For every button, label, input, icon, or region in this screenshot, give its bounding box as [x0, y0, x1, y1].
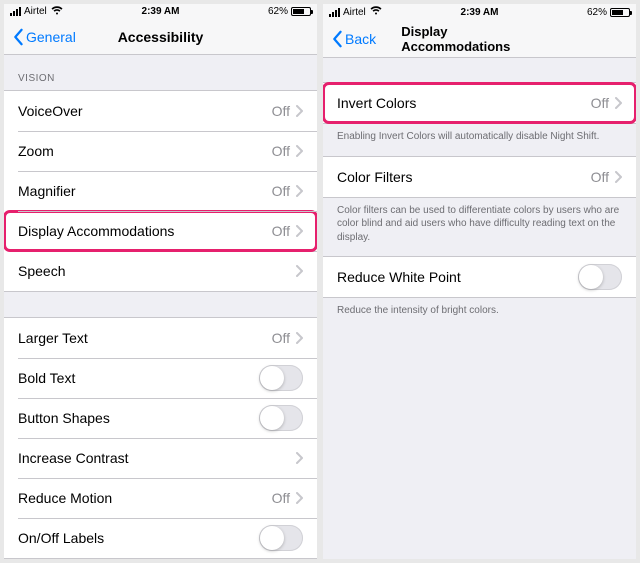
section-header-vision: VISION	[4, 55, 317, 90]
status-time: 2:39 AM	[461, 7, 499, 18]
row-onoff-labels[interactable]: On/Off Labels	[4, 518, 317, 558]
chevron-left-icon	[331, 30, 343, 48]
vision-group: VoiceOver Off Zoom Off Magnifier Off Dis…	[4, 90, 317, 292]
status-bar: Airtel 2:39 AM 62%	[323, 4, 636, 20]
status-time: 2:39 AM	[142, 6, 180, 17]
chevron-right-icon	[296, 492, 303, 504]
row-invert-colors[interactable]: Invert Colors Off	[323, 83, 636, 123]
rwp-group: Reduce White Point	[323, 256, 636, 298]
row-label: Display Accommodations	[18, 223, 174, 239]
signal-bars-icon	[329, 8, 340, 17]
carrier-label: Airtel	[343, 7, 366, 18]
row-increase-contrast[interactable]: Increase Contrast	[4, 438, 317, 478]
wifi-icon	[51, 6, 63, 18]
chevron-right-icon	[296, 145, 303, 157]
row-magnifier[interactable]: Magnifier Off	[4, 171, 317, 211]
battery-icon	[291, 7, 311, 16]
back-label: Back	[345, 31, 376, 47]
filters-footer: Color filters can be used to differentia…	[323, 198, 636, 257]
filters-group: Color Filters Off	[323, 156, 636, 198]
chevron-right-icon	[615, 97, 622, 109]
nav-title: Display Accommodations	[401, 24, 558, 54]
row-label: Invert Colors	[337, 95, 416, 111]
row-value: Off	[272, 223, 290, 239]
rwp-footer: Reduce the intensity of bright colors.	[323, 298, 636, 330]
row-label: Reduce White Point	[337, 269, 461, 285]
row-label: Larger Text	[18, 330, 88, 346]
row-bold-text[interactable]: Bold Text	[4, 358, 317, 398]
chevron-right-icon	[296, 105, 303, 117]
nav-title: Accessibility	[118, 29, 204, 45]
row-color-filters[interactable]: Color Filters Off	[323, 157, 636, 197]
row-reduce-white-point[interactable]: Reduce White Point	[323, 257, 636, 297]
battery-pct: 62%	[268, 6, 288, 17]
row-larger-text[interactable]: Larger Text Off	[4, 318, 317, 358]
phone-right-display-accommodations: Airtel 2:39 AM 62% Back Display Accommod…	[323, 4, 636, 559]
toggle-reduce-white-point[interactable]	[578, 264, 622, 290]
back-label: General	[26, 29, 76, 45]
row-value: Off	[591, 169, 609, 185]
row-value: Off	[272, 330, 290, 346]
row-label: Button Shapes	[18, 410, 110, 426]
row-value: Off	[272, 143, 290, 159]
chevron-right-icon	[296, 265, 303, 277]
row-label: Bold Text	[18, 370, 75, 386]
toggle-onoff-labels[interactable]	[259, 525, 303, 551]
row-speech[interactable]: Speech	[4, 251, 317, 291]
row-label: Zoom	[18, 143, 54, 159]
row-value: Off	[272, 183, 290, 199]
battery-pct: 62%	[587, 7, 607, 18]
text-group: Larger Text Off Bold Text Button Shapes …	[4, 317, 317, 559]
row-value: Off	[272, 490, 290, 506]
chevron-right-icon	[296, 332, 303, 344]
back-button[interactable]: Back	[331, 30, 376, 48]
invert-footer: Enabling Invert Colors will automaticall…	[323, 124, 636, 156]
chevron-right-icon	[296, 225, 303, 237]
chevron-right-icon	[296, 185, 303, 197]
row-label: Reduce Motion	[18, 490, 112, 506]
toggle-button-shapes[interactable]	[259, 405, 303, 431]
toggle-bold-text[interactable]	[259, 365, 303, 391]
row-label: Increase Contrast	[18, 450, 129, 466]
chevron-right-icon	[615, 171, 622, 183]
phone-left-accessibility: Airtel 2:39 AM 62% General Accessibility…	[4, 4, 317, 559]
row-zoom[interactable]: Zoom Off	[4, 131, 317, 171]
row-label: On/Off Labels	[18, 530, 104, 546]
row-label: Magnifier	[18, 183, 76, 199]
chevron-right-icon	[296, 452, 303, 464]
row-label: Speech	[18, 263, 65, 279]
wifi-icon	[370, 6, 382, 18]
row-button-shapes[interactable]: Button Shapes	[4, 398, 317, 438]
row-label: Color Filters	[337, 169, 412, 185]
row-voiceover[interactable]: VoiceOver Off	[4, 91, 317, 131]
invert-group: Invert Colors Off	[323, 82, 636, 124]
status-bar: Airtel 2:39 AM 62%	[4, 4, 317, 19]
row-reduce-motion[interactable]: Reduce Motion Off	[4, 478, 317, 518]
back-button[interactable]: General	[12, 28, 76, 46]
row-display-accommodations[interactable]: Display Accommodations Off	[4, 211, 317, 251]
signal-bars-icon	[10, 7, 21, 16]
nav-bar: General Accessibility	[4, 19, 317, 55]
row-label: VoiceOver	[18, 103, 83, 119]
row-value: Off	[272, 103, 290, 119]
row-value: Off	[591, 95, 609, 111]
chevron-left-icon	[12, 28, 24, 46]
carrier-label: Airtel	[24, 6, 47, 17]
nav-bar: Back Display Accommodations	[323, 20, 636, 58]
battery-icon	[610, 8, 630, 17]
